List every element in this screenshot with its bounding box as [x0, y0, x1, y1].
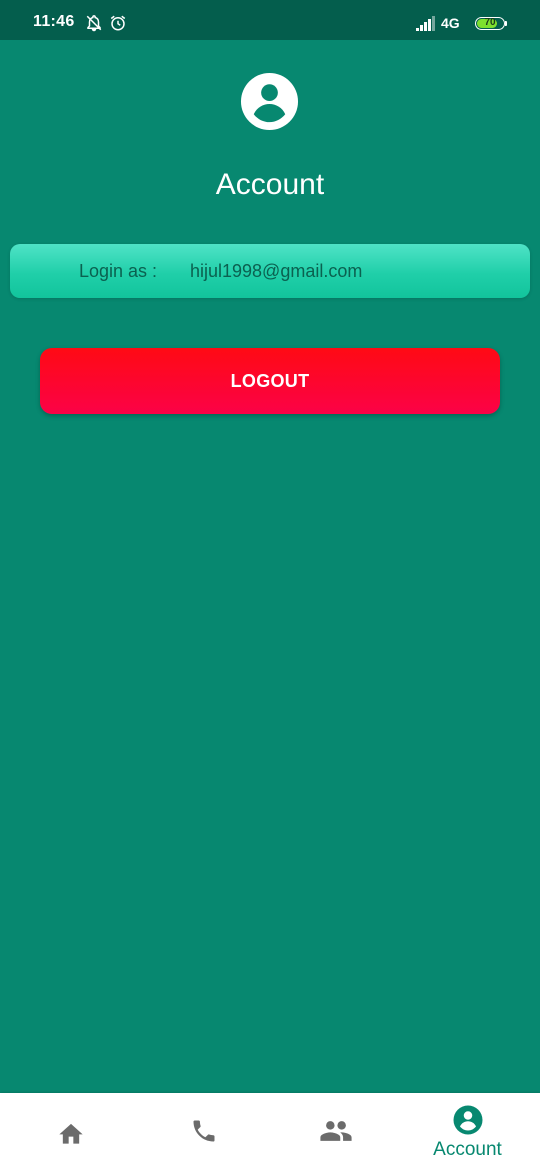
signal-icon	[416, 16, 436, 36]
logout-button[interactable]: LOGOUT	[40, 348, 500, 414]
alarm-icon	[109, 14, 127, 37]
page-title: Account	[215, 168, 325, 201]
people-icon	[319, 1119, 353, 1148]
battery-level: 70	[484, 17, 496, 28]
account-circle-icon	[453, 1105, 483, 1140]
bottom-navigation: Account	[0, 1093, 540, 1170]
nav-item-account[interactable]: Account	[400, 1093, 535, 1170]
account-circle-icon	[240, 72, 299, 131]
nav-item-home[interactable]	[3, 1093, 138, 1170]
status-bar: 11:46 4G 70	[0, 0, 540, 40]
nav-label-account: Account	[433, 1139, 502, 1160]
home-icon	[57, 1119, 85, 1150]
nav-item-calls[interactable]	[136, 1093, 271, 1170]
phone-icon	[190, 1117, 218, 1150]
login-email: hijul1998@gmail.com	[190, 261, 363, 281]
battery-icon: 70	[475, 17, 505, 30]
notifications-off-icon	[85, 14, 103, 37]
status-time: 11:46	[33, 13, 75, 30]
login-info-card: Login as : hijul1998@gmail.com	[10, 244, 530, 298]
nav-item-contacts[interactable]	[268, 1093, 403, 1170]
login-label: Login as :	[79, 261, 158, 281]
network-type: 4G	[441, 15, 460, 31]
battery-nub	[505, 21, 507, 26]
